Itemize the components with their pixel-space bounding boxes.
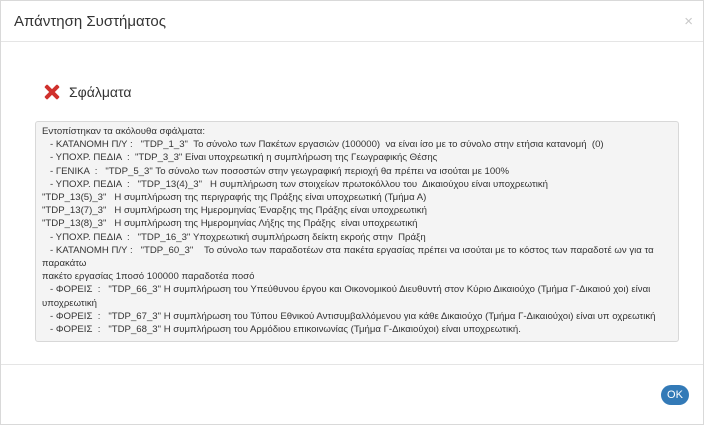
dialog-footer: OK <box>1 364 703 426</box>
error-line: - ΦΟΡΕΙΣ : "TDP_68_3" Η συμπλήρωση του Α… <box>42 324 521 336</box>
errors-heading: Σφάλματα <box>35 42 676 101</box>
error-line: - ΥΠΟΧΡ. ΠΕΔΙΑ : "TDP_13(4)_3" Η συμπλήρ… <box>42 178 549 190</box>
error-line: "TDP_13(5)_3" Η συμπλήρωση της περιγραφή… <box>42 192 427 204</box>
error-line: "TDP_13(7)_3" Η συμπλήρωση της Ημερομηνί… <box>42 205 427 217</box>
error-line: - ΥΠΟΧΡ. ΠΕΔΙΑ : "TDP_3_3" Είναι υποχρεω… <box>42 152 438 164</box>
dialog-titlebar: Απάντηση Συστήματος × <box>1 1 703 42</box>
error-line: - ΚΑΤΑΝΟΜΗ Π/Υ : "TDP_60_3" Το σύνολο τω… <box>42 244 657 270</box>
error-line: - ΓΕΝΙΚΑ : "TDP_5_3" Το σύνολο των ποσοσ… <box>42 165 510 177</box>
errors-title: Σφάλματα <box>69 84 132 100</box>
error-x-icon <box>45 85 59 99</box>
close-icon[interactable]: × <box>684 14 693 29</box>
dialog-body: Σφάλματα Εντοπίστηκαν τα ακόλουθα σφάλμα… <box>1 42 703 364</box>
ok-button[interactable]: OK <box>661 385 689 405</box>
error-line: πακέτο εργασίας 1ποσό 100000 παραδοτέα π… <box>42 271 255 283</box>
dialog-title: Απάντηση Συστήματος <box>14 12 166 30</box>
error-line: - ΦΟΡΕΙΣ : "TDP_67_3" Η συμπλήρωση του Τ… <box>42 310 656 322</box>
error-line: "TDP_13(8)_3" Η συμπλήρωση της Ημερομηνί… <box>42 218 418 230</box>
error-line: - ΦΟΡΕΙΣ : "TDP_66_3" Η συμπλήρωση του Υ… <box>42 284 653 309</box>
error-line-intro: Εντοπίστηκαν τα ακόλουθα σφάλματα: <box>42 126 205 137</box>
error-line: - ΥΠΟΧΡ. ΠΕΔΙΑ : "TDP_16_3" Υποχρεωτική … <box>42 231 426 243</box>
system-response-dialog: Απάντηση Συστήματος × Σφάλματα Εντοπίστη… <box>0 0 704 425</box>
error-line: - ΚΑΤΑΝΟΜΗ Π/Υ : "TDP_1_3" Το σύνολο των… <box>42 139 604 151</box>
error-message-box: Εντοπίστηκαν τα ακόλουθα σφάλματα: - ΚΑΤ… <box>35 121 679 343</box>
